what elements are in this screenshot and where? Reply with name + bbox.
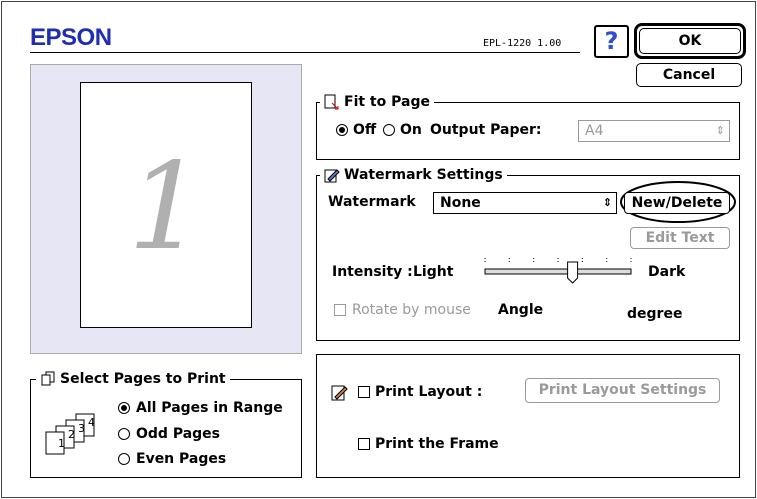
slider-ticks [484,258,632,263]
print-frame-checkbox[interactable] [358,438,370,450]
fit-on-label: On [400,122,422,138]
fit-to-page-title: Fit to Page [320,94,434,110]
header-divider [30,52,580,53]
fit-off-radio[interactable] [336,124,348,136]
watermark-title: Watermark Settings [320,167,507,183]
output-paper-value: A4 [585,123,604,139]
svg-text:3: 3 [78,422,85,435]
fit-off-label: Off [353,122,377,138]
preview-page-number: 1 [127,138,205,277]
svg-text:4: 4 [88,416,95,429]
svg-text:1: 1 [58,437,65,450]
model-version: EPL-1220 1.00 [483,38,562,49]
fit-on-radio[interactable] [383,124,395,136]
odd-pages-radio[interactable] [118,428,130,440]
ok-label: OK [639,28,741,54]
watermark-icon [324,169,340,183]
watermark-select[interactable]: None ⇕ [433,192,617,214]
even-pages-label: Even Pages [136,451,227,467]
slider-thumb[interactable] [567,261,579,284]
intensity-label: Intensity : [332,264,413,280]
edit-text-button[interactable]: Edit Text [630,227,730,249]
ok-button[interactable]: OK [634,23,746,59]
fit-to-page-label: Fit to Page [344,94,430,110]
all-pages-radio[interactable] [118,402,130,414]
rotate-by-mouse-label: Rotate by mouse [352,302,471,318]
intensity-dark-label: Dark [648,264,686,280]
cancel-button[interactable]: Cancel [636,63,742,87]
intensity-light-label: Light [413,264,454,280]
watermark-label: Watermark [328,194,416,210]
rotate-by-mouse-checkbox[interactable] [334,304,346,316]
svg-text:2: 2 [68,428,75,441]
pages-stack-icon [41,371,55,386]
select-pages-label: Select Pages to Print [60,371,226,387]
help-button[interactable]: ? [594,25,629,58]
fit-to-page-icon [324,94,339,110]
output-paper-select[interactable]: A4 ⇕ [578,120,730,142]
intensity-slider[interactable] [480,256,636,288]
print-layout-icon [331,385,348,401]
angle-label: Angle [498,302,544,318]
updown-arrows-icon: ⇕ [715,124,725,137]
print-layout-label: Print Layout : [375,384,483,400]
updown-arrows-icon: ⇕ [602,196,612,209]
layout-group [316,354,740,478]
select-pages-title: Select Pages to Print [36,371,230,387]
watermark-value: None [440,195,481,211]
print-layout-checkbox[interactable] [358,386,370,398]
print-frame-label: Print the Frame [375,436,499,452]
preview-page: 1 [80,82,252,328]
epson-logo: EPSON [30,24,112,51]
print-layout-settings-button[interactable]: Print Layout Settings [525,378,720,403]
even-pages-radio[interactable] [118,453,130,465]
new-delete-button[interactable]: New/Delete [624,192,730,214]
watermark-label-title: Watermark Settings [344,167,503,183]
numbered-pages-icon: 4 3 2 1 [45,413,95,455]
all-pages-label: All Pages in Range [136,400,283,416]
output-paper-label: Output Paper: [430,122,542,138]
odd-pages-label: Odd Pages [136,426,220,442]
degree-label: degree [627,306,683,322]
